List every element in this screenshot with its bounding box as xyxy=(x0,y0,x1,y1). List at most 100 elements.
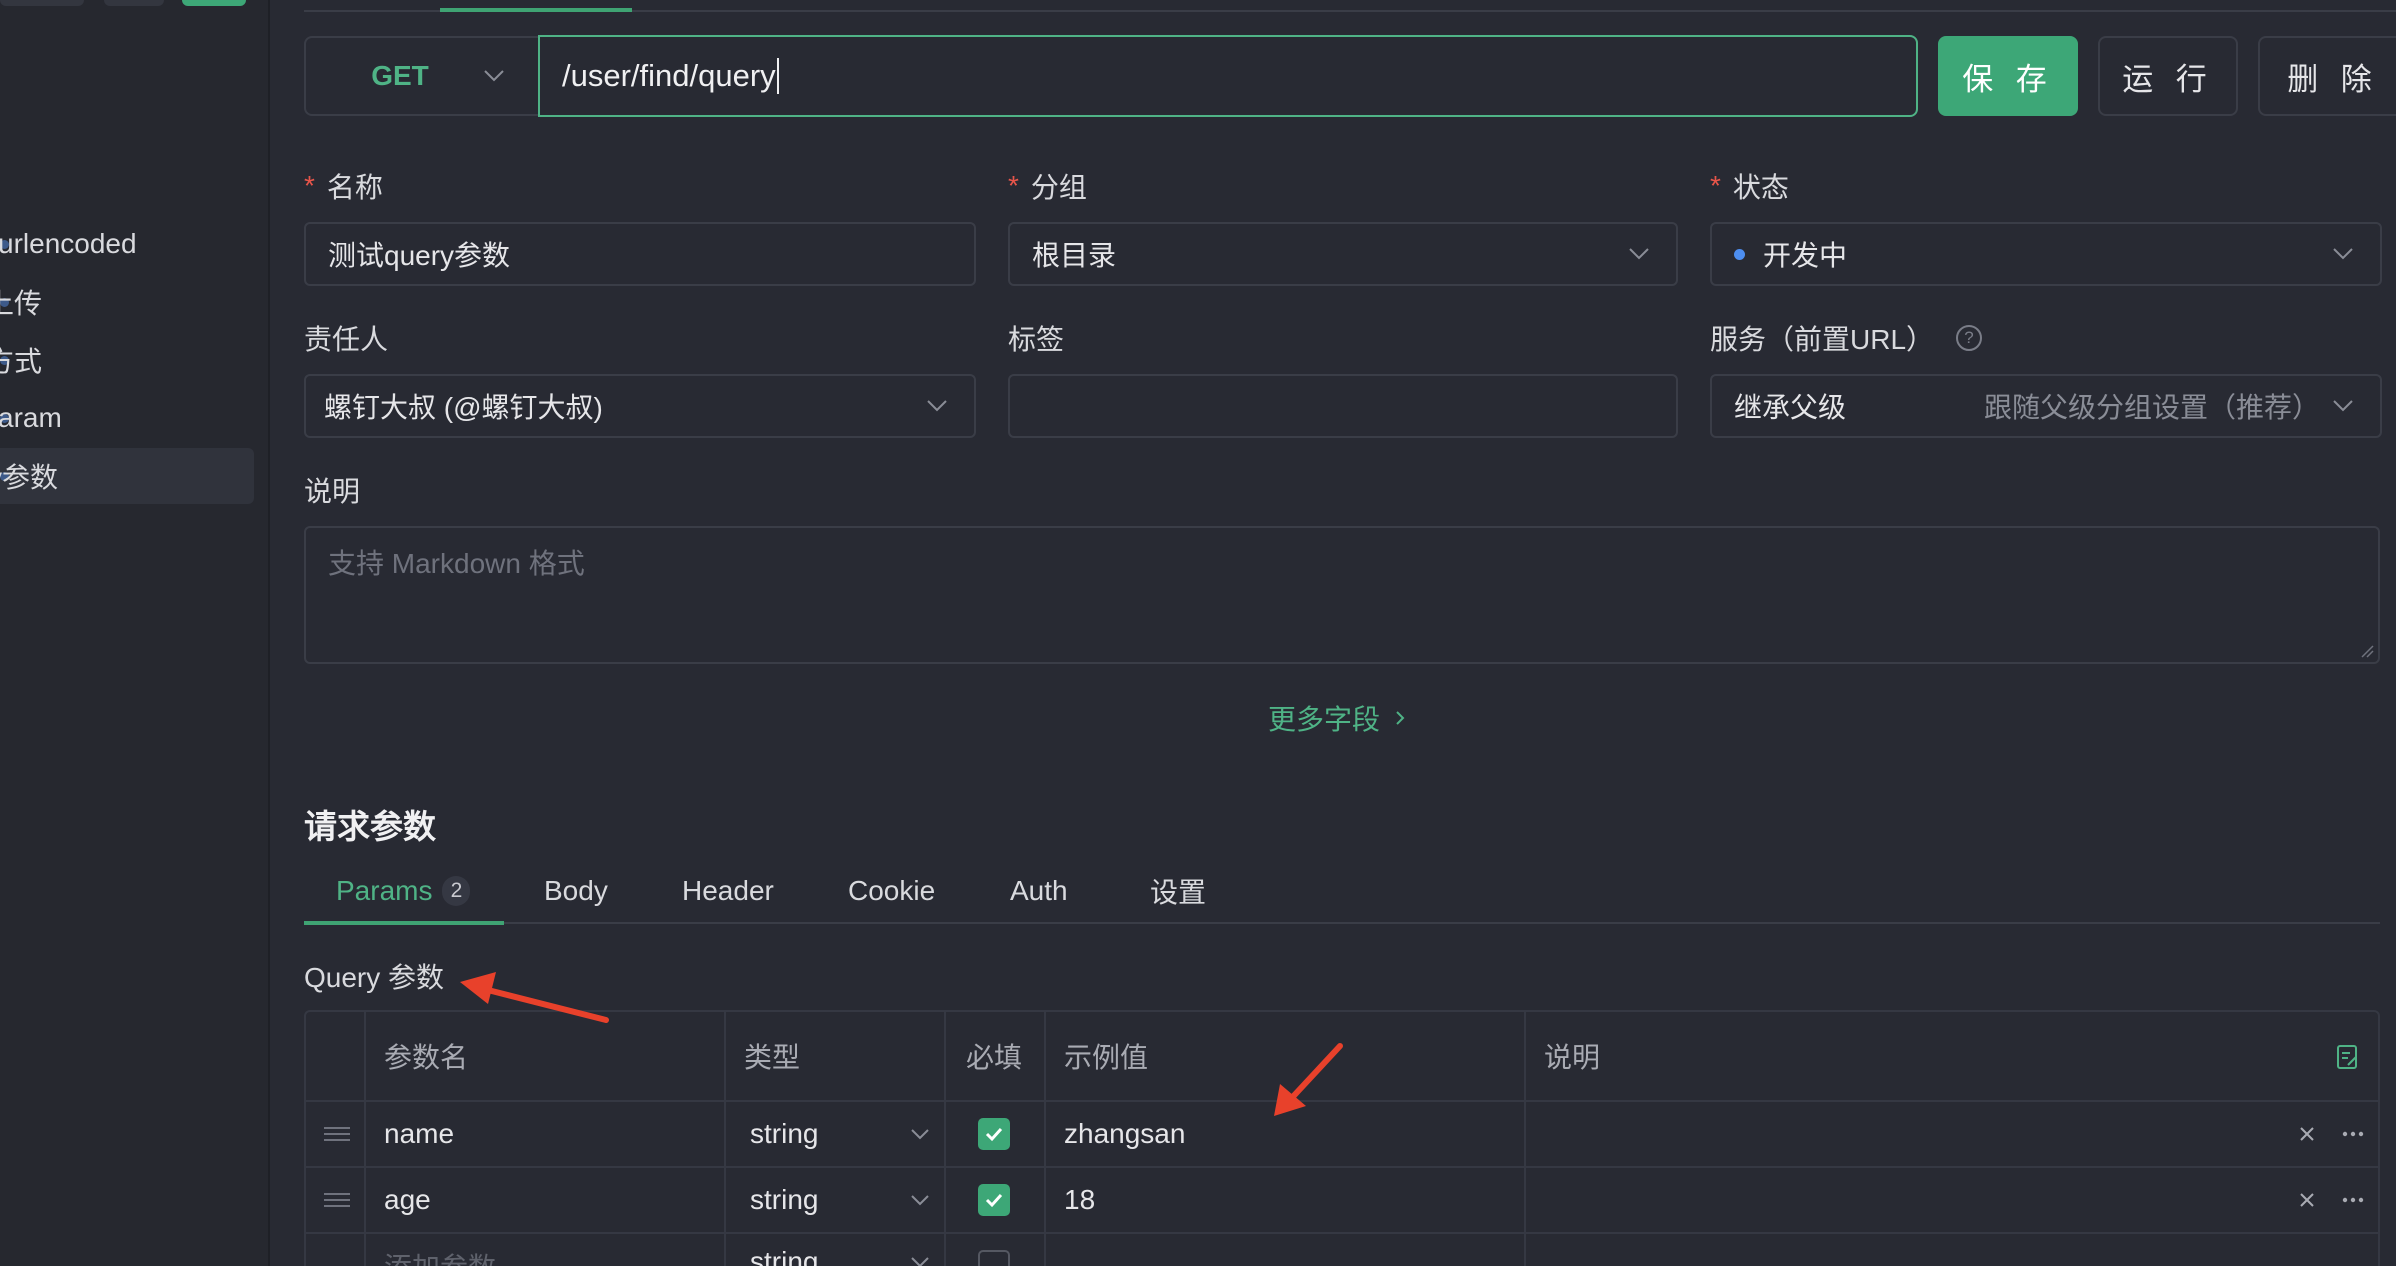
chevron-down-icon xyxy=(479,61,509,91)
required-checkbox-unchecked[interactable] xyxy=(978,1250,1010,1266)
tab-params-label: Params xyxy=(336,875,433,906)
params-tabs: Params 2 Body Header Cookie Auth 设置 xyxy=(304,858,2380,925)
param-name-input[interactable]: age xyxy=(366,1168,726,1232)
param-type-select[interactable]: string xyxy=(726,1168,946,1232)
param-example-input[interactable]: zhangsan xyxy=(1046,1102,1526,1166)
sidebar-new-button[interactable] xyxy=(182,0,246,6)
name-field-value: 测试query参数 xyxy=(328,240,511,271)
new-param-name-input[interactable]: 添加参数 xyxy=(366,1234,726,1266)
bulk-edit-icon[interactable] xyxy=(2336,1044,2360,1070)
more-icon[interactable] xyxy=(2342,1131,2364,1137)
sidebar-item-label: urlencoded xyxy=(0,228,137,259)
required-checkbox[interactable] xyxy=(978,1184,1010,1216)
sidebar-item[interactable]: 方式 xyxy=(0,332,254,388)
status-dot-icon xyxy=(1734,248,1745,260)
sidebar: urlencoded 上传 方式 aram y参数 xyxy=(0,0,270,1266)
top-tab-active-indicator xyxy=(440,8,632,12)
chevron-down-icon xyxy=(2328,391,2358,421)
drag-handle-icon[interactable] xyxy=(306,1168,366,1232)
chevron-down-icon xyxy=(911,1129,929,1140)
tab-settings[interactable]: 设置 xyxy=(1150,858,1206,924)
drag-handle-icon[interactable] xyxy=(306,1102,366,1166)
chevron-down-icon xyxy=(922,391,952,421)
param-description-input[interactable] xyxy=(1526,1102,2226,1166)
row-actions xyxy=(2298,1102,2364,1166)
chevron-down-icon xyxy=(911,1257,929,1266)
more-icon[interactable] xyxy=(2342,1197,2364,1203)
delete-button[interactable]: 删 除 xyxy=(2258,36,2396,116)
save-button[interactable]: 保 存 xyxy=(1938,36,2078,116)
resize-handle-icon[interactable] xyxy=(2360,644,2374,658)
close-icon[interactable] xyxy=(2298,1125,2316,1143)
description-textarea[interactable]: 支持 Markdown 格式 xyxy=(304,526,2380,664)
param-example-input[interactable]: 18 xyxy=(1046,1168,1526,1232)
drag-column-cell xyxy=(306,1234,366,1266)
owner-select[interactable]: 螺钉大叔 (@螺钉大叔) xyxy=(304,374,976,438)
required-mark: * xyxy=(1008,170,1019,201)
table-header-row: 参数名 类型 必填 示例值 说明 xyxy=(306,1012,2378,1102)
table-row: age string 18 xyxy=(306,1168,2378,1234)
sidebar-top-button[interactable] xyxy=(104,0,164,6)
service-select-value: 继承父级 xyxy=(1734,392,1847,423)
required-checkbox[interactable] xyxy=(978,1118,1010,1150)
sidebar-item-label: 方式 xyxy=(0,346,43,377)
new-param-type-select[interactable]: string xyxy=(726,1234,946,1266)
name-label: * 名称 xyxy=(304,166,383,206)
drag-column-header xyxy=(306,1012,366,1100)
sidebar-item-label: aram xyxy=(0,402,62,433)
sidebar-item-label: y参数 xyxy=(0,462,59,493)
sidebar-item[interactable]: aram xyxy=(0,390,254,446)
group-select[interactable]: 根目录 xyxy=(1008,222,1678,286)
tab-auth[interactable]: Auth xyxy=(1010,858,1068,924)
new-param-example-input[interactable] xyxy=(1046,1234,1526,1266)
required-mark: * xyxy=(1710,170,1721,201)
tab-header[interactable]: Header xyxy=(682,858,774,924)
tags-label: 标签 xyxy=(1008,324,1065,355)
required-checkbox-cell[interactable] xyxy=(946,1168,1046,1232)
text-caret xyxy=(776,58,779,94)
column-header-description: 说明 xyxy=(1544,1042,1601,1073)
name-field[interactable]: 测试query参数 xyxy=(304,222,976,286)
method-value: GET xyxy=(371,60,429,91)
owner-label: 责任人 xyxy=(304,324,389,355)
required-checkbox-cell[interactable] xyxy=(946,1102,1046,1166)
help-icon[interactable]: ? xyxy=(1956,325,1983,351)
tags-input[interactable] xyxy=(1008,374,1678,438)
chevron-right-icon xyxy=(1396,711,1405,725)
group-label: * 分组 xyxy=(1008,166,1087,206)
tab-params[interactable]: Params 2 xyxy=(336,858,471,924)
sidebar-item-label: 上传 xyxy=(0,288,43,319)
sidebar-item[interactable]: 上传 xyxy=(0,274,254,330)
service-label: 服务（前置URL） ? xyxy=(1710,318,1983,358)
name-label-text: 名称 xyxy=(326,172,383,203)
url-input[interactable]: /user/find/query xyxy=(538,35,1918,117)
chevron-down-icon xyxy=(2328,239,2358,269)
url-path-value: /user/find/query xyxy=(562,58,776,93)
sidebar-top-button[interactable] xyxy=(0,0,84,6)
run-button[interactable]: 运 行 xyxy=(2098,36,2238,116)
description-placeholder: 支持 Markdown 格式 xyxy=(328,548,585,579)
tab-cookie[interactable]: Cookie xyxy=(848,858,935,924)
group-label-text: 分组 xyxy=(1030,172,1087,203)
tab-body[interactable]: Body xyxy=(544,858,608,924)
param-description-input[interactable] xyxy=(1526,1168,2226,1232)
close-icon[interactable] xyxy=(2298,1191,2316,1209)
method-select[interactable]: GET xyxy=(304,36,538,116)
param-type-select[interactable]: string xyxy=(726,1102,946,1166)
required-checkbox-cell[interactable] xyxy=(946,1234,1046,1266)
param-name-input[interactable]: name xyxy=(366,1102,726,1166)
sidebar-item-active[interactable]: y参数 xyxy=(0,448,254,504)
service-select[interactable]: 继承父级 跟随父级分组设置（推荐） xyxy=(1710,374,2382,438)
chevron-down-icon xyxy=(911,1195,929,1206)
status-select[interactable]: 开发中 xyxy=(1710,222,2382,286)
param-type-value: string xyxy=(750,1184,819,1215)
tab-active-indicator xyxy=(304,921,504,925)
sidebar-item[interactable]: urlencoded xyxy=(0,216,254,272)
column-header-required: 必填 xyxy=(946,1012,1046,1100)
more-fields-link[interactable]: 更多字段 xyxy=(1268,698,1406,738)
request-params-title: 请求参数 xyxy=(304,808,436,845)
param-type-value: string xyxy=(750,1118,819,1149)
service-label-text: 服务（前置URL） xyxy=(1710,324,1935,355)
query-params-table: 参数名 类型 必填 示例值 说明 name string zhangsan ag… xyxy=(304,1010,2380,1266)
more-fields-label: 更多字段 xyxy=(1268,704,1381,735)
